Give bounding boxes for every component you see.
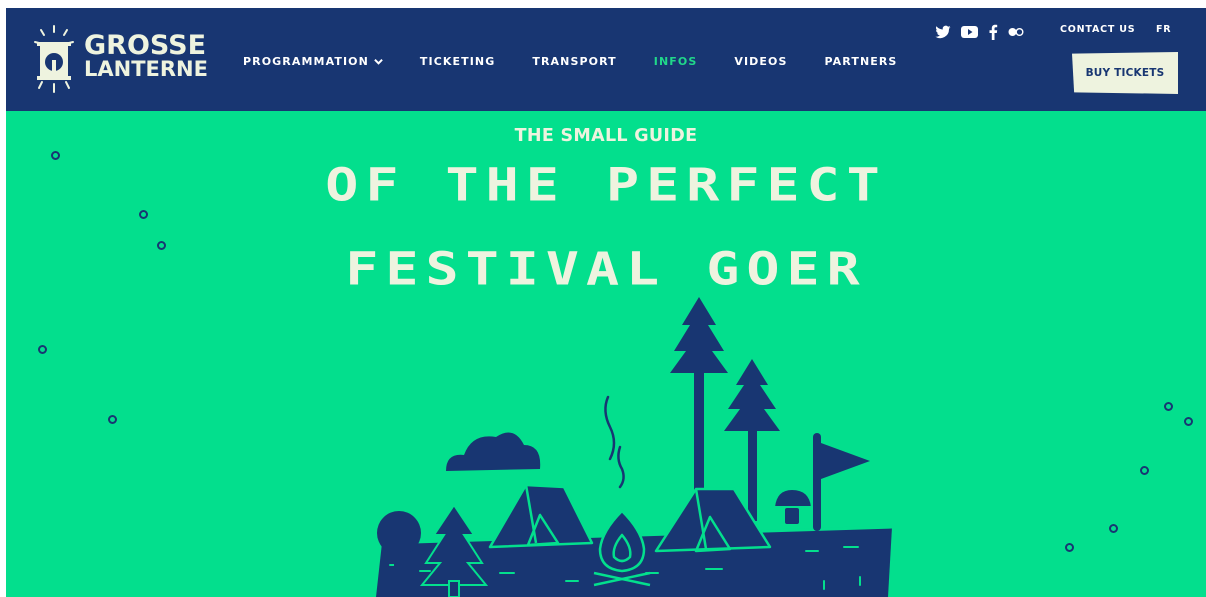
hero-section: THE SMALL GUIDE OF THE PERFECT FESTIVAL … bbox=[6, 111, 1206, 597]
flag bbox=[813, 433, 870, 531]
site-header: GROSSE LANTERNE PROGRAMMATION TICKETING … bbox=[6, 8, 1206, 111]
nav-item-partners[interactable]: PARTNERS bbox=[825, 55, 898, 68]
twitter-icon[interactable] bbox=[935, 25, 951, 39]
youtube-icon[interactable] bbox=[961, 25, 978, 39]
tent-left bbox=[488, 483, 594, 549]
nav-item-programmation[interactable]: PROGRAMMATION bbox=[243, 55, 383, 68]
cloud bbox=[446, 432, 541, 471]
nav-label: INFOS bbox=[653, 54, 698, 68]
page-frame: GROSSE LANTERNE PROGRAMMATION TICKETING … bbox=[6, 8, 1206, 597]
nav-label: PARTNERS bbox=[824, 54, 898, 68]
campsite-illustration bbox=[376, 297, 893, 597]
lantern-icon bbox=[34, 25, 74, 93]
site-logo[interactable]: GROSSE LANTERNE bbox=[32, 22, 208, 98]
logo-wordmark: GROSSE LANTERNE bbox=[84, 32, 208, 81]
buy-tickets-button[interactable]: BUY TICKETS bbox=[1072, 52, 1178, 94]
chevron-down-icon bbox=[374, 58, 383, 65]
social-links bbox=[935, 23, 1034, 41]
nav-item-videos[interactable]: VIDEOS bbox=[734, 55, 787, 68]
smoke bbox=[604, 395, 625, 489]
logo-line-2: LANTERNE bbox=[84, 57, 208, 81]
language-switch-fr[interactable]: FR bbox=[1156, 24, 1171, 35]
nav-label: TRANSPORT bbox=[532, 54, 617, 68]
nav-label: TICKETING bbox=[419, 54, 496, 68]
flickr-icon[interactable] bbox=[1008, 27, 1024, 37]
facebook-icon[interactable] bbox=[988, 24, 998, 40]
main-nav: PROGRAMMATION TICKETING TRANSPORT INFOS … bbox=[243, 53, 934, 69]
nav-item-ticketing[interactable]: TICKETING bbox=[420, 55, 495, 68]
tall-pine-tree bbox=[670, 297, 728, 511]
nav-item-infos[interactable]: INFOS bbox=[654, 55, 698, 68]
nav-label: VIDEOS bbox=[734, 54, 788, 68]
nav-label: PROGRAMMATION bbox=[243, 54, 369, 68]
mushroom bbox=[772, 466, 814, 526]
nav-item-transport[interactable]: TRANSPORT bbox=[532, 55, 616, 68]
contact-us-link[interactable]: CONTACT US bbox=[1060, 24, 1135, 35]
